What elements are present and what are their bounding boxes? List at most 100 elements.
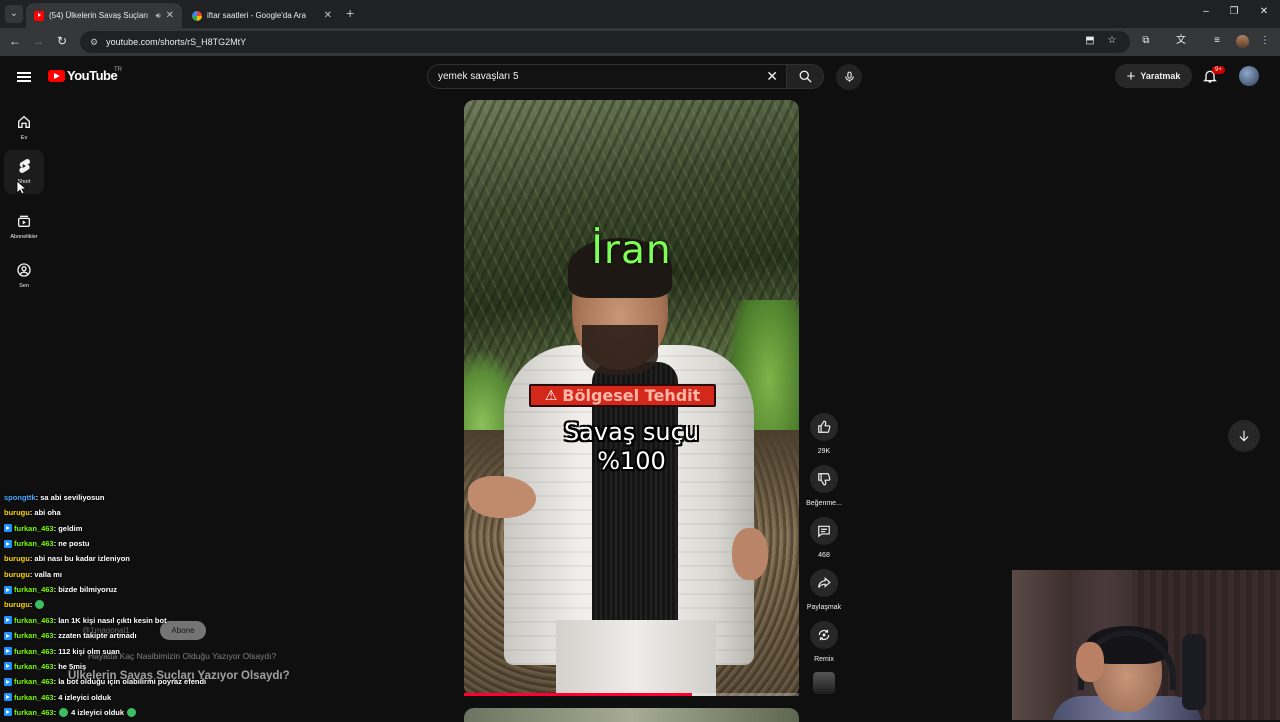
- chat-username: furkan_463: [14, 661, 54, 671]
- chat-text: : la bot olduğu için olabilirmi poyraz e…: [53, 677, 207, 687]
- share-button[interactable]: Paylaşmak: [804, 569, 844, 611]
- chat-username: furkan_463: [14, 539, 54, 549]
- like-button[interactable]: 29K: [804, 413, 844, 455]
- video-progress-bar[interactable]: [464, 693, 799, 696]
- video-progress-fill: [464, 693, 692, 696]
- chat-text: :: [53, 707, 57, 717]
- speaker-icon[interactable]: 🔊︎: [156, 11, 161, 21]
- chat-text: : ne postu: [53, 539, 90, 549]
- caption-line-2: %100: [597, 447, 666, 475]
- chat-text: : he 5miş: [53, 661, 87, 671]
- browser-tab-google[interactable]: iftar saatleri - Google'da Ara ✕: [184, 3, 340, 28]
- chat-badge-icon: [4, 539, 12, 548]
- chat-badge-icon: [4, 524, 12, 533]
- chat-text: : abi oha: [29, 508, 61, 518]
- chat-message: burugu : valla mı: [4, 567, 62, 582]
- chat-username: furkan_463: [14, 707, 54, 717]
- guide-item-you[interactable]: Sen: [0, 254, 48, 298]
- guide-label: Sen: [19, 283, 29, 289]
- channel-thumbnail[interactable]: [813, 672, 835, 694]
- google-favicon-icon: [192, 10, 202, 21]
- chat-username: burugu: [4, 600, 30, 610]
- notification-count-badge: 9+: [1212, 66, 1225, 74]
- subscriptions-icon: [18, 215, 30, 227]
- back-icon[interactable]: ←: [8, 34, 22, 48]
- chat-username: furkan_463: [14, 585, 54, 595]
- install-app-icon[interactable]: ⬒: [1083, 34, 1097, 48]
- address-url: youtube.com/shorts/rS_H8TG2MtY: [106, 37, 247, 47]
- new-tab-icon[interactable]: +: [346, 5, 354, 21]
- chat-emote-icon: [59, 707, 69, 717]
- tab-close-icon[interactable]: ✕: [166, 10, 174, 21]
- youtube-favicon-icon: [34, 10, 44, 21]
- chat-message: furkan_463 : 4 izleyici olduk: [4, 690, 111, 705]
- chat-badge-icon: [4, 616, 12, 625]
- search-input[interactable]: yemek savaşları 5 ✕: [427, 64, 787, 89]
- menu-icon[interactable]: [17, 72, 31, 82]
- stream-chat-overlay: spongttk : sa abi seviliyosun burugu : ab…: [0, 482, 316, 720]
- remix-button[interactable]: Remix: [804, 621, 844, 663]
- extensions-icon[interactable]: ⧉: [1139, 34, 1153, 48]
- tab-close-icon[interactable]: ✕: [324, 10, 332, 21]
- clear-search-icon[interactable]: ✕: [766, 68, 778, 85]
- chat-username: furkan_463: [14, 615, 54, 625]
- chat-username: burugu: [4, 569, 30, 579]
- search-query: yemek savaşları 5: [438, 71, 519, 82]
- threat-badge: ⚠ Bölgesel Tehdit: [529, 384, 716, 407]
- country-code: TR: [114, 67, 122, 73]
- window-close-icon[interactable]: ✕: [1256, 6, 1272, 17]
- video-overlay-title: İran: [591, 228, 672, 273]
- voice-search-button[interactable]: [836, 64, 862, 90]
- maximize-icon[interactable]: ❐: [1226, 6, 1242, 17]
- logo-text: YouTube: [67, 68, 118, 83]
- bookmark-star-icon[interactable]: ☆: [1105, 34, 1119, 48]
- chat-text: : 112 kişi olm suan: [53, 646, 120, 656]
- dislike-label: Beğenme...: [806, 500, 842, 507]
- chat-message: furkan_463 : 112 kişi olm suan: [4, 644, 120, 659]
- forward-icon[interactable]: →: [31, 34, 45, 48]
- chat-text: : geldim: [53, 523, 83, 533]
- search-button[interactable]: [787, 64, 824, 89]
- chat-text: : lan 1K kişi nasıl çıktı kesin bot: [53, 615, 167, 625]
- chat-emote-icon: [35, 600, 45, 610]
- chat-text: : sa abi seviliyosun: [35, 493, 105, 502]
- chat-username: furkan_463: [14, 646, 54, 656]
- guide-item-subscriptions[interactable]: Abonelikler: [0, 205, 48, 249]
- minimize-icon[interactable]: –: [1198, 6, 1214, 17]
- address-bar[interactable]: ⚙︎ youtube.com/shorts/rS_H8TG2MtY: [80, 31, 1130, 53]
- chat-badge-icon: [4, 647, 12, 655]
- chat-username: furkan_463: [14, 677, 54, 687]
- warning-icon: ⚠: [544, 387, 558, 404]
- chat-badge-icon: [4, 708, 12, 717]
- guide-item-home[interactable]: Ev: [0, 106, 48, 150]
- chat-message: furkan_463 : 4 izleyici olduk: [4, 705, 139, 720]
- translate-icon[interactable]: 文: [1174, 34, 1188, 48]
- create-label: Yaratmak: [1140, 71, 1181, 81]
- comments-button[interactable]: 468: [804, 517, 844, 559]
- dislike-button[interactable]: Beğenme...: [804, 465, 844, 507]
- youtube-logo[interactable]: YouTube: [48, 68, 118, 83]
- chat-text: :: [29, 600, 33, 610]
- plus-icon: +: [1126, 67, 1136, 85]
- chat-message: furkan_463 : lan 1K kişi nasıl çıktı kes…: [4, 613, 167, 628]
- media-controls-icon[interactable]: ≡: [1210, 34, 1224, 48]
- next-short-button[interactable]: [1228, 420, 1260, 452]
- browser-tab-shorts[interactable]: (54) Ülkelerin Savaş Suçları 🔊︎ ✕: [26, 3, 182, 28]
- browser-profile-avatar[interactable]: [1236, 35, 1249, 48]
- account-avatar[interactable]: [1239, 66, 1259, 86]
- chat-badge-icon: [4, 631, 12, 640]
- chat-username: spongttk: [4, 493, 36, 502]
- chat-message: furkan_463 : zzaten takipte artmadı: [4, 628, 137, 643]
- create-button[interactable]: + Yaratmak: [1115, 64, 1192, 88]
- thumbs-up-icon: [818, 420, 831, 433]
- chat-username: furkan_463: [14, 692, 54, 702]
- tab-search-button[interactable]: ⌄: [5, 5, 23, 23]
- browser-menu-icon[interactable]: ⋮: [1258, 34, 1272, 48]
- site-info-icon[interactable]: ⚙︎: [90, 37, 98, 48]
- chat-badge-icon: [4, 693, 12, 702]
- chat-message: burugu : abi oha: [4, 505, 61, 520]
- chat-text: : valla mı: [29, 569, 62, 579]
- chat-text: : zzaten takipte artmadı: [53, 631, 137, 641]
- reload-icon[interactable]: ↻: [55, 34, 69, 48]
- arrow-down-icon: [1239, 430, 1249, 442]
